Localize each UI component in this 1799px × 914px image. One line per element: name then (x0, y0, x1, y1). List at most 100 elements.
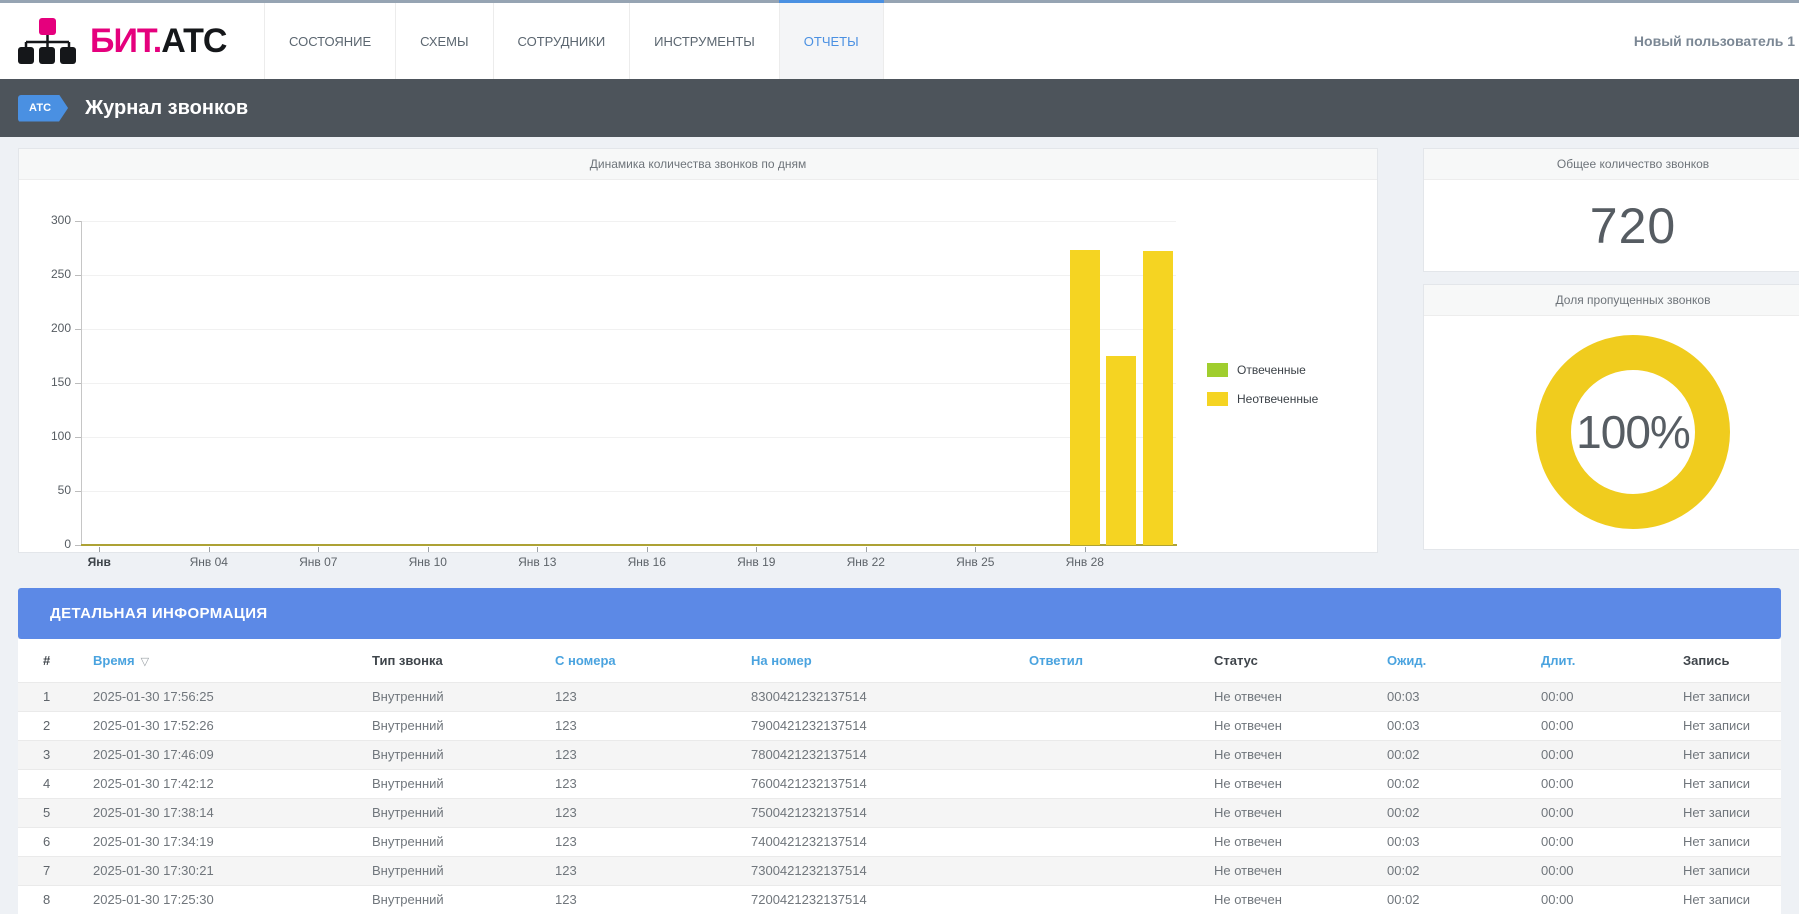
cell-r3-c4: 123 (555, 740, 751, 769)
x-axis-label-10: Янв 10 (409, 555, 447, 569)
chart-title: Динамика количества звонков по дням (19, 149, 1377, 180)
y-axis-label-150: 150 (27, 375, 71, 389)
table-row-5[interactable]: 52025-01-30 17:38:14Внутренний1237500421… (18, 798, 1781, 827)
table-row-1[interactable]: 12025-01-30 17:56:25Внутренний1238300421… (18, 682, 1781, 711)
table-row-3[interactable]: 32025-01-30 17:46:09Внутренний1237800421… (18, 740, 1781, 769)
cell-r5-c5: 7500421232137514 (751, 798, 1029, 827)
cell-r1-c4: 123 (555, 682, 751, 711)
x-tick-16 (647, 547, 648, 552)
nav-tab-3[interactable]: СОТРУДНИКИ (493, 3, 630, 79)
cell-r2-c2: 2025-01-30 17:52:26 (93, 711, 372, 740)
user-menu[interactable]: Новый пользователь 1 (1634, 3, 1799, 79)
cell-r3-c1: 3 (18, 740, 93, 769)
x-axis-label-13: Янв 13 (518, 555, 556, 569)
cell-r2-c6 (1029, 711, 1214, 740)
y-axis-label-50: 50 (27, 483, 71, 497)
bar-Неотвеченные-day30[interactable] (1143, 251, 1173, 545)
cell-r8-c9: 00:00 (1541, 885, 1683, 914)
cell-r1-c1: 1 (18, 682, 93, 711)
cell-r3-c10: Нет записи (1683, 740, 1781, 769)
cell-r8-c8: 00:02 (1387, 885, 1541, 914)
cell-r5-c6 (1029, 798, 1214, 827)
y-gridline-100 (81, 437, 1176, 438)
legend-swatch-2 (1207, 392, 1228, 406)
bar-Неотвеченные-day29[interactable] (1106, 356, 1136, 545)
cell-r8-c3: Внутренний (372, 885, 555, 914)
cell-r8-c1: 8 (18, 885, 93, 914)
chart-legend: Отвеченные Неотвеченные (1207, 363, 1318, 421)
cell-r8-c6 (1029, 885, 1214, 914)
cell-r2-c5: 7900421232137514 (751, 711, 1029, 740)
cell-r5-c2: 2025-01-30 17:38:14 (93, 798, 372, 827)
cell-r5-c7: Не отвечен (1214, 798, 1387, 827)
bar-Неотвеченные-day28[interactable] (1070, 250, 1100, 545)
table-row-7[interactable]: 72025-01-30 17:30:21Внутренний1237300421… (18, 856, 1781, 885)
nav-tab-1[interactable]: СОСТОЯНИЕ (264, 3, 395, 79)
missed-share-title: Доля пропущенных звонков (1424, 285, 1799, 316)
column-header-4[interactable]: С номера (555, 639, 751, 682)
total-calls-panel: Общее количество звонков 720 (1423, 148, 1799, 272)
cell-r6-c7: Не отвечен (1214, 827, 1387, 856)
cell-r6-c3: Внутренний (372, 827, 555, 856)
total-calls-title: Общее количество звонков (1424, 149, 1799, 180)
column-header-7: Статус (1214, 639, 1387, 682)
calls-table-wrap: #Время▽Тип звонкаС номераНа номерОтветил… (18, 639, 1781, 914)
cell-r5-c3: Внутренний (372, 798, 555, 827)
cell-r7-c6 (1029, 856, 1214, 885)
cell-r3-c8: 00:02 (1387, 740, 1541, 769)
cell-r1-c8: 00:03 (1387, 682, 1541, 711)
sort-desc-icon: ▽ (141, 655, 149, 668)
cell-r4-c10: Нет записи (1683, 769, 1781, 798)
nav-tab-2[interactable]: СХЕМЫ (395, 3, 492, 79)
column-header-8[interactable]: Ожид. (1387, 639, 1541, 682)
cell-r3-c7: Не отвечен (1214, 740, 1387, 769)
x-tick-1 (99, 547, 100, 552)
logo[interactable]: БИТ.АТС (0, 3, 250, 79)
x-tick-4 (209, 547, 210, 552)
nav-tab-5[interactable]: ОТЧЕТЫ (779, 3, 884, 79)
x-axis-label-4: Янв 04 (190, 555, 228, 569)
cell-r2-c8: 00:03 (1387, 711, 1541, 740)
cell-r5-c8: 00:02 (1387, 798, 1541, 827)
column-header-9[interactable]: Длит. (1541, 639, 1683, 682)
x-axis-line (81, 544, 1177, 546)
cell-r7-c4: 123 (555, 856, 751, 885)
table-row-4[interactable]: 42025-01-30 17:42:12Внутренний1237600421… (18, 769, 1781, 798)
cell-r6-c4: 123 (555, 827, 751, 856)
cell-r6-c2: 2025-01-30 17:34:19 (93, 827, 372, 856)
y-gridline-150 (81, 383, 1176, 384)
brand-title: БИТ.АТС (90, 22, 226, 61)
column-header-2[interactable]: Время▽ (93, 639, 372, 682)
cell-r2-c1: 2 (18, 711, 93, 740)
y-gridline-50 (81, 491, 1176, 492)
cell-r3-c9: 00:00 (1541, 740, 1683, 769)
nav-tab-4[interactable]: ИНСТРУМЕНТЫ (629, 3, 779, 79)
legend-item-2[interactable]: Неотвеченные (1207, 392, 1318, 406)
cell-r4-c2: 2025-01-30 17:42:12 (93, 769, 372, 798)
cell-r8-c7: Не отвечен (1214, 885, 1387, 914)
y-axis-line (81, 221, 82, 545)
atc-badge[interactable]: АТС (18, 95, 68, 122)
cell-r6-c9: 00:00 (1541, 827, 1683, 856)
table-row-2[interactable]: 22025-01-30 17:52:26Внутренний1237900421… (18, 711, 1781, 740)
column-header-1: # (18, 639, 93, 682)
column-header-5[interactable]: На номер (751, 639, 1029, 682)
cell-r7-c3: Внутренний (372, 856, 555, 885)
cell-r7-c5: 7300421232137514 (751, 856, 1029, 885)
breadcrumb-bar: АТС Журнал звонков (0, 79, 1799, 137)
cell-r3-c3: Внутренний (372, 740, 555, 769)
cell-r6-c6 (1029, 827, 1214, 856)
cell-r7-c8: 00:02 (1387, 856, 1541, 885)
table-row-8[interactable]: 82025-01-30 17:25:30Внутренний1237200421… (18, 885, 1781, 914)
legend-item-1[interactable]: Отвеченные (1207, 363, 1318, 377)
x-axis-label-7: Янв 07 (299, 555, 337, 569)
org-chart-logo-icon (18, 16, 76, 66)
cell-r7-c10: Нет записи (1683, 856, 1781, 885)
table-row-6[interactable]: 62025-01-30 17:34:19Внутренний1237400421… (18, 827, 1781, 856)
missed-share-donut: 100% (1536, 335, 1730, 529)
y-gridline-200 (81, 329, 1176, 330)
cell-r6-c5: 7400421232137514 (751, 827, 1029, 856)
column-header-6[interactable]: Ответил (1029, 639, 1214, 682)
y-axis-label-0: 0 (27, 537, 71, 551)
cell-r8-c5: 7200421232137514 (751, 885, 1029, 914)
